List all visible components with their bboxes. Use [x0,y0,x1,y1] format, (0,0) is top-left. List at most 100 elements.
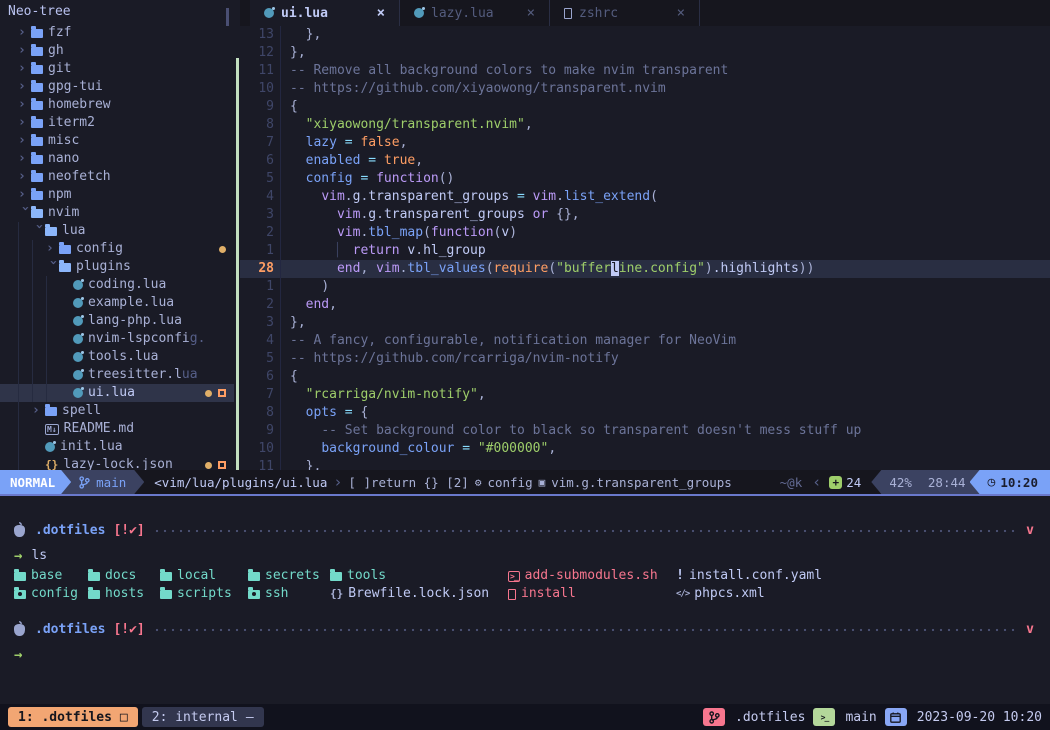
tree-scrollbar-thumb[interactable] [226,8,229,26]
yaml-icon: ! [676,567,684,585]
status-line: NORMAL main <vim/lua/plugins/ui.lua › [ … [0,470,1050,494]
tree-item-readme-md[interactable]: M↓README.md [0,420,234,438]
tree-item-label: nvim [48,204,79,222]
tree-item-nano[interactable]: ›nano [0,150,234,168]
tree-item-npm[interactable]: ›npm [0,186,234,204]
code-line[interactable]: 5 config = function() [240,170,1050,188]
lua-file-icon [73,316,83,326]
tab-lazy-lua[interactable]: lazy.lua× [400,0,550,26]
git-branch-segment[interactable]: main [61,470,144,494]
code-line[interactable]: 11-- Remove all background colors to mak… [240,62,1050,80]
code-line[interactable]: 12}, [240,44,1050,62]
tree-item-gpg-tui[interactable]: ›gpg-tui [0,78,234,96]
editor-window: ui.lua×lazy.lua×zshrc× 13 },12},11-- Rem… [240,0,1050,470]
tree-item-iterm2[interactable]: ›iterm2 [0,114,234,132]
code-line[interactable]: 4 vim.g.transparent_groups = vim.list_ex… [240,188,1050,206]
chevron-right-icon: › [18,60,31,78]
tree-item-spell[interactable]: › spell [0,402,234,420]
branch-name: main [96,475,126,490]
line-number: 9 [240,98,274,116]
tree-item-plugins[interactable]: ›plugins [0,258,234,276]
tmux-window-2-internal[interactable]: 2: internal— [142,707,264,727]
breadcrumb-chevron-icon: › [333,473,342,491]
indent-guide [18,420,32,438]
code-line[interactable]: 6{ [240,368,1050,386]
code-line[interactable]: 8 "xiyaowong/transparent.nvim", [240,116,1050,134]
ls-entry-install-conf-yaml: !install.conf.yaml [676,567,846,585]
tree-item-tools-lua[interactable]: tools.lua [0,348,234,366]
indent-guide [18,438,32,456]
code-line[interactable]: 10-- https://github.com/xiyaowong/transp… [240,80,1050,98]
prompt-fill-dots [153,621,1016,639]
tree-item-homebrew[interactable]: ›homebrew [0,96,234,114]
tree-item-example-lua[interactable]: example.lua [0,294,234,312]
tree-item-label: neofetch [48,168,111,186]
code-area[interactable]: 13 },12},11-- Remove all background colo… [240,26,1050,470]
tree-item-coding-lua[interactable]: coding.lua [0,276,234,294]
tree-item-lang-php-lua[interactable]: lang-php.lua [0,312,234,330]
code-line[interactable]: 10 background_colour = "#000000", [240,440,1050,458]
tree-item-fzf[interactable]: ›fzf [0,24,234,42]
folder-icon [59,245,71,254]
code-line[interactable]: 13 }, [240,26,1050,44]
code-line[interactable]: 9 -- Set background color to black so tr… [240,422,1050,440]
code-line[interactable]: 5-- https://github.com/rcarriga/nvim-not… [240,350,1050,368]
line-number: 12 [240,44,274,62]
tree-item-nvim[interactable]: ›nvim [0,204,234,222]
code-line[interactable]: 6 enabled = true, [240,152,1050,170]
tree-item-lazy-lock-json[interactable]: {}lazy-lock.json [0,456,234,470]
markdown-icon: M↓ [45,424,59,435]
tmux-window-label: 1: .dotfiles [18,710,112,725]
code-line[interactable]: 2 end, [240,296,1050,314]
code-line[interactable]: 1 ) [240,278,1050,296]
calendar-badge-icon [885,708,907,726]
code-line[interactable]: 7 "rcarriga/nvim-notify", [240,386,1050,404]
code-line[interactable]: 11 }, [240,458,1050,470]
field-icon: ▣ [539,476,546,489]
code-line[interactable]: 4-- A fancy, configurable, notification … [240,332,1050,350]
tree-item-config[interactable]: ›config [0,240,234,258]
tree-item-label: spell [62,402,101,420]
terminal-pane[interactable]: .dotfiles [!✔] v → ls basedocslocalsecre… [0,494,1050,704]
code-line[interactable]: 3}, [240,314,1050,332]
tree-item-ui-lua[interactable]: ui.lua [0,384,234,402]
code-line[interactable]: 7 lazy = false, [240,134,1050,152]
json-icon: {} [45,456,58,470]
tmux-window-1-dotfiles[interactable]: 1: .dotfiles□ [8,707,138,727]
shell-prompt: .dotfiles [!✔] v [14,621,1034,639]
tab-zshrc[interactable]: zshrc× [550,0,700,26]
code-line[interactable]: 1 ▏ return v.hl_group [240,242,1050,260]
chevron-right-icon: › [32,402,45,420]
line-number: 4 [240,188,274,206]
prompt-cwd: .dotfiles [35,621,105,639]
command-line-empty[interactable]: → [14,646,1034,664]
tree-item-git[interactable]: ›git [0,60,234,78]
window-separator[interactable] [236,58,239,470]
code-line[interactable]: 3 vim.g.transparent_groups or {}, [240,206,1050,224]
indent-guide [18,366,32,384]
code-line[interactable]: 2 vim.tbl_map(function(v) [240,224,1050,242]
gutter-separator [280,152,290,170]
line-number: 2 [240,296,274,314]
code-line[interactable]: 8 opts = { [240,404,1050,422]
tree-item-nvim-lspconfi[interactable]: nvim-lspconfig. [0,330,234,348]
lua-file-icon [73,280,83,290]
code-line[interactable]: 9{ [240,98,1050,116]
tree-item-init-lua[interactable]: init.lua [0,438,234,456]
tree-item-treesitter-l[interactable]: treesitter.lua [0,366,234,384]
ls-entry-label: docs [105,567,136,585]
close-icon[interactable]: × [377,5,385,21]
close-icon[interactable]: × [677,5,685,21]
tree-item-neofetch[interactable]: ›neofetch [0,168,234,186]
indent-guide [46,366,60,384]
close-icon[interactable]: × [527,5,535,21]
folder-icon [31,83,43,92]
tab-ui-lua[interactable]: ui.lua× [250,0,400,26]
code-line-current[interactable]: 28 end, vim.tbl_values(require("bufferli… [240,260,1050,278]
tree-item-gh[interactable]: ›gh [0,42,234,60]
line-number: 28 [240,260,274,278]
file-icon [564,8,572,19]
tree-item-lua[interactable]: ›lua [0,222,234,240]
ls-entry-add-submodules-sh: >_add-submodules.sh [508,567,676,585]
tree-item-misc[interactable]: ›misc [0,132,234,150]
